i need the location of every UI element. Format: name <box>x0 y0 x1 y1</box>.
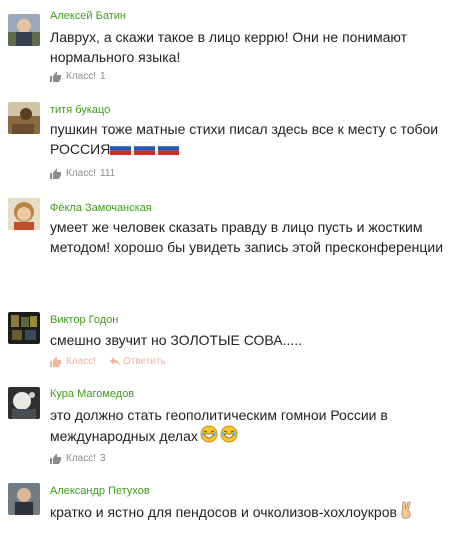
comment-text-content: пушкин тоже матные стихи писал здесь все… <box>50 121 439 157</box>
comment-text-content: кратко и ястно для пендосов и очколизов-… <box>50 504 397 520</box>
comment-text: кратко и ястно для пендосов и очколизов-… <box>50 501 450 522</box>
author-name[interactable]: титя букацо <box>50 104 110 116</box>
laughing-emoji-icon <box>200 425 218 443</box>
like-icon <box>50 168 62 179</box>
avatar[interactable] <box>8 312 40 344</box>
reply-icon <box>110 357 120 366</box>
russia-flag-icon <box>158 142 180 155</box>
comment-text: смешно звучит но ЗОЛОТЫЕ СОВА..... <box>50 332 303 348</box>
like-count: 111 <box>100 168 116 179</box>
like-button[interactable]: Класс! 111 <box>50 168 115 179</box>
like-label: Класс! <box>66 71 96 82</box>
comment-item: Алексей Батин Лаврух, а скажи такое в ли… <box>0 0 458 92</box>
like-count: 3 <box>100 453 106 464</box>
russia-flag-icon <box>134 142 156 155</box>
victory-hand-icon <box>399 501 413 519</box>
like-button[interactable]: Класс! <box>50 356 96 367</box>
comment-text: умеет же человек сказать правду в лицо п… <box>50 219 444 255</box>
like-button[interactable]: Класс! 3 <box>50 453 106 464</box>
like-icon <box>50 71 62 82</box>
reply-label: Ответить <box>123 356 166 367</box>
avatar[interactable] <box>8 387 40 419</box>
author-name[interactable]: Виктор Годон <box>50 314 118 326</box>
comment-text: это должно стать геополитическим гомнои … <box>50 405 450 446</box>
like-icon <box>50 356 62 367</box>
comment-item: титя букацо пушкин тоже матные стихи пис… <box>0 94 458 186</box>
comment-actions: Класс! Ответить <box>50 356 166 367</box>
like-count: 1 <box>100 71 106 82</box>
avatar[interactable] <box>8 483 40 515</box>
comment-text: Лаврух, а скажи такое в лицо керрю! Они … <box>50 29 408 65</box>
author-name[interactable]: Кура Магомедов <box>50 388 134 400</box>
avatar[interactable] <box>8 102 40 134</box>
author-name[interactable]: Фёкла Замочанская <box>50 202 152 214</box>
reply-button[interactable]: Ответить <box>110 356 166 367</box>
russia-flag-icon <box>110 142 132 155</box>
like-label: Класс! <box>66 453 96 464</box>
comment-item: Фёкла Замочанская умеет же человек сказа… <box>0 190 458 290</box>
comment-item: Виктор Годон смешно звучит но ЗОЛОТЫЕ СО… <box>0 305 458 375</box>
laughing-emoji-icon <box>220 425 238 443</box>
author-name[interactable]: Александр Петухов <box>50 485 150 497</box>
like-label: Класс! <box>66 356 96 367</box>
avatar[interactable] <box>8 198 40 230</box>
like-button[interactable]: Класс! 1 <box>50 71 106 82</box>
like-icon <box>50 453 62 464</box>
comment-item: Александр Петухов кратко и ястно для пен… <box>0 476 458 535</box>
comment-text: пушкин тоже матные стихи писал здесь все… <box>50 119 450 159</box>
comment-item: Кура Магомедов это должно стать геополит… <box>0 380 458 472</box>
like-label: Класс! <box>66 168 96 179</box>
author-name[interactable]: Алексей Батин <box>50 10 126 22</box>
avatar[interactable] <box>8 14 40 46</box>
